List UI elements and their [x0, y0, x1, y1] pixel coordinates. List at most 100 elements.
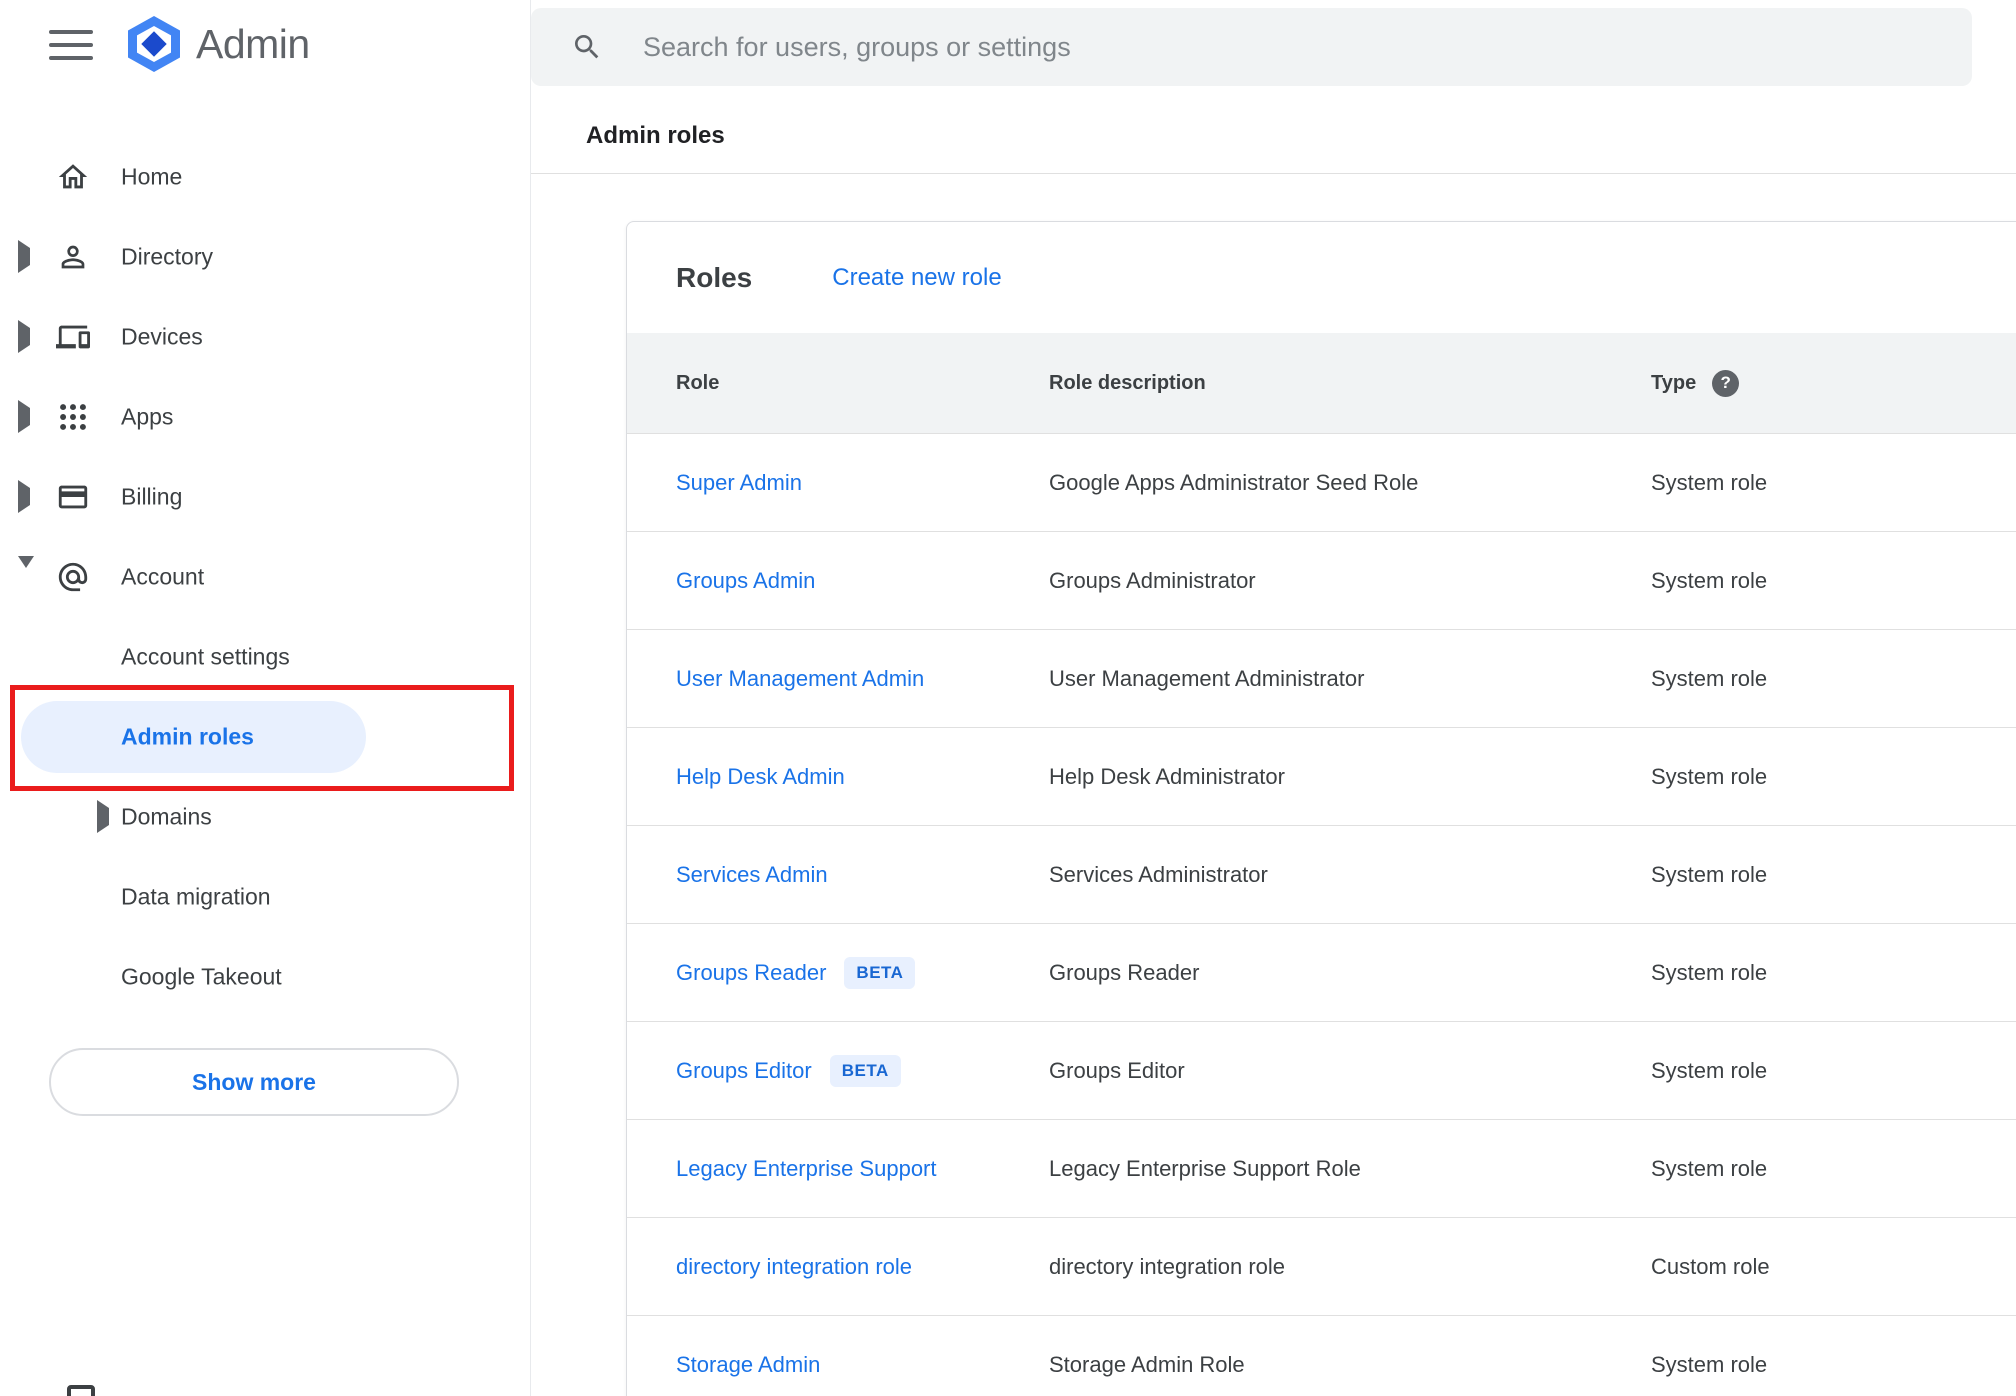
credit-card-icon — [56, 480, 90, 514]
sidebar-item-account[interactable]: Account — [0, 537, 530, 617]
role-type: System role — [1651, 1351, 1768, 1377]
card-header: Roles Create new role — [627, 222, 2016, 333]
table-row[interactable]: Storage Admin Storage Admin Role System … — [627, 1316, 2016, 1396]
search-bar[interactable] — [531, 8, 1972, 86]
search-input[interactable] — [643, 31, 1972, 63]
sidebar-item-home[interactable]: Home — [0, 137, 530, 217]
page-title: Roles — [676, 261, 753, 293]
role-description: Groups Administrator — [1049, 567, 1256, 593]
beta-badge: BETA — [829, 1054, 901, 1087]
sidebar-item-label: Devices — [121, 323, 203, 350]
role-cell: Groups Admin — [676, 568, 1049, 594]
roles-card: Roles Create new role Role Role descript… — [626, 221, 2016, 1396]
partial-cutoff-icon — [67, 1385, 95, 1396]
sidebar-item-label: Apps — [121, 403, 174, 430]
sidebar-item-label: Home — [121, 163, 183, 190]
sidebar: Admin Home Directory Devices Apps Billin… — [0, 0, 531, 1396]
role-type: System role — [1651, 959, 1768, 985]
sidebar-item-label: Data migration — [121, 883, 271, 910]
roles-table-body: Super Admin Google Apps Administrator Se… — [627, 434, 2016, 1396]
role-type: System role — [1651, 861, 1768, 887]
show-more-button[interactable]: Show more — [49, 1048, 459, 1116]
role-type: System role — [1651, 1155, 1768, 1181]
role-description: Help Desk Administrator — [1049, 763, 1285, 789]
role-link[interactable]: Services Admin — [676, 862, 828, 887]
table-row[interactable]: Legacy Enterprise Support Legacy Enterpr… — [627, 1120, 2016, 1218]
chevron-right-icon[interactable] — [18, 400, 30, 433]
menu-icon[interactable] — [49, 30, 93, 60]
role-link[interactable]: User Management Admin — [676, 666, 924, 691]
table-row[interactable]: Groups Reader BETA Groups Reader System r… — [627, 924, 2016, 1022]
header-divider — [531, 173, 2016, 174]
main-area: Admin roles Roles Create new role Role R… — [531, 0, 2016, 1396]
table-row[interactable]: Services Admin Services Administrator Sy… — [627, 826, 2016, 924]
sidebar-item-domains[interactable]: Domains — [0, 777, 530, 857]
apps-grid-icon — [56, 400, 90, 434]
role-link[interactable]: Groups Reader — [676, 960, 826, 985]
chevron-right-icon[interactable] — [97, 800, 109, 833]
sidebar-nav: Home Directory Devices Apps Billing Acco… — [0, 137, 530, 1017]
column-header-description: Role description — [1049, 371, 1206, 394]
column-header-type-label: Type — [1651, 371, 1697, 394]
at-sign-icon — [56, 560, 90, 594]
sidebar-item-label: Admin roles — [121, 723, 254, 750]
role-type: System role — [1651, 1057, 1768, 1083]
role-cell: User Management Admin — [676, 666, 1049, 692]
sidebar-item-label: Account settings — [121, 643, 290, 670]
role-cell: Help Desk Admin — [676, 764, 1049, 790]
chevron-down-icon[interactable] — [18, 556, 34, 586]
table-row[interactable]: Groups Editor BETA Groups Editor System r… — [627, 1022, 2016, 1120]
sidebar-item-admin-roles[interactable]: Admin roles — [0, 697, 530, 777]
sidebar-item-data-migration[interactable]: Data migration — [0, 857, 530, 937]
sidebar-item-apps[interactable]: Apps — [0, 377, 530, 457]
role-link[interactable]: Help Desk Admin — [676, 764, 845, 789]
role-description: Google Apps Administrator Seed Role — [1049, 469, 1419, 495]
admin-logo[interactable]: Admin — [128, 16, 310, 72]
sidebar-item-google-takeout[interactable]: Google Takeout — [0, 937, 530, 1017]
role-description: Storage Admin Role — [1049, 1351, 1245, 1377]
table-row[interactable]: directory integration role directory int… — [627, 1218, 2016, 1316]
role-link[interactable]: Storage Admin — [676, 1352, 820, 1377]
table-header-row: Role Role description Type? — [627, 333, 2016, 434]
search-icon — [571, 31, 603, 63]
role-link[interactable]: directory integration role — [676, 1254, 912, 1279]
chevron-right-icon[interactable] — [18, 240, 30, 273]
sidebar-item-label: Billing — [121, 483, 183, 510]
role-description: directory integration role — [1049, 1253, 1286, 1279]
chevron-right-icon[interactable] — [18, 320, 30, 353]
sidebar-item-account-settings[interactable]: Account settings — [0, 617, 530, 697]
role-type: System role — [1651, 567, 1768, 593]
role-link[interactable]: Groups Admin — [676, 568, 815, 593]
table-row[interactable]: Help Desk Admin Help Desk Administrator … — [627, 728, 2016, 826]
column-header-type: Type? — [1651, 369, 2016, 397]
role-type: Custom role — [1651, 1253, 1770, 1279]
role-type: System role — [1651, 763, 1768, 789]
role-cell: Groups Editor BETA — [676, 1054, 1049, 1087]
help-icon[interactable]: ? — [1712, 369, 1740, 397]
sidebar-item-label: Domains — [121, 803, 212, 830]
sidebar-item-label: Directory — [121, 243, 214, 270]
sidebar-item-billing[interactable]: Billing — [0, 457, 530, 537]
sidebar-item-directory[interactable]: Directory — [0, 217, 530, 297]
sidebar-item-label: Account — [121, 563, 205, 590]
beta-badge: BETA — [844, 956, 916, 989]
table-row[interactable]: Groups Admin Groups Administrator System… — [627, 532, 2016, 630]
role-link[interactable]: Super Admin — [676, 470, 802, 495]
role-link[interactable]: Groups Editor — [676, 1058, 812, 1083]
sidebar-item-label: Google Takeout — [121, 963, 282, 990]
role-type: System role — [1651, 469, 1768, 495]
role-description: Services Administrator — [1049, 861, 1268, 887]
role-cell: Super Admin — [676, 470, 1049, 496]
table-row[interactable]: User Management Admin User Management Ad… — [627, 630, 2016, 728]
role-type: System role — [1651, 665, 1768, 691]
role-cell: Groups Reader BETA — [676, 956, 1049, 989]
sidebar-item-devices[interactable]: Devices — [0, 297, 530, 377]
table-row[interactable]: Super Admin Google Apps Administrator Se… — [627, 434, 2016, 532]
chevron-right-icon[interactable] — [18, 480, 30, 513]
role-cell: Services Admin — [676, 862, 1049, 888]
breadcrumb: Admin roles — [586, 122, 725, 149]
create-new-role-link[interactable]: Create new role — [832, 264, 1001, 292]
role-description: Groups Editor — [1049, 1057, 1185, 1083]
role-link[interactable]: Legacy Enterprise Support — [676, 1156, 937, 1181]
admin-hexagon-icon — [128, 16, 180, 72]
